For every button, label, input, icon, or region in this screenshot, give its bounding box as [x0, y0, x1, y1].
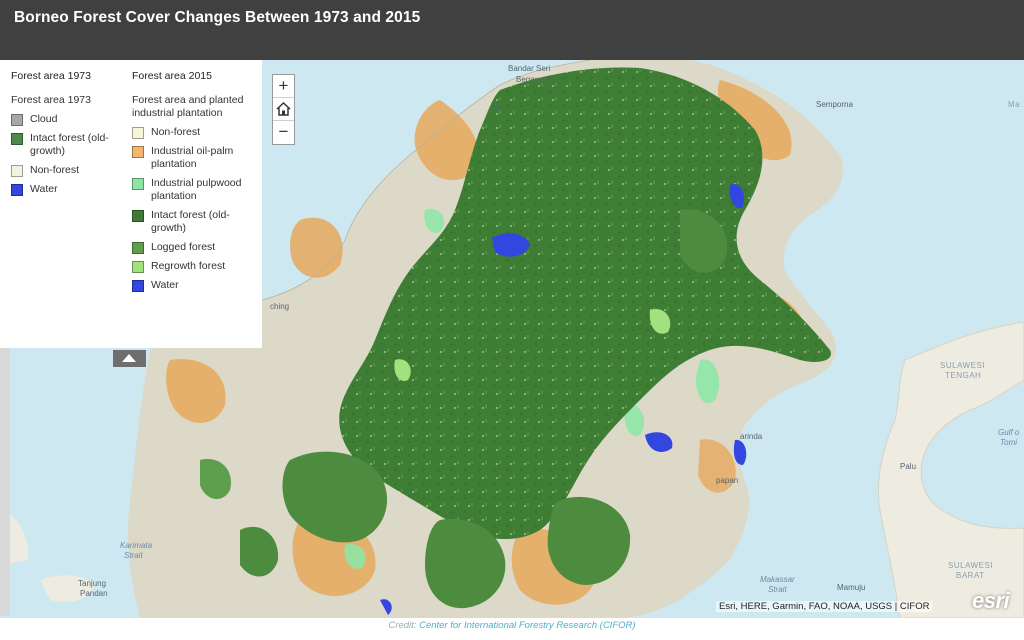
legend-item: Industrial pulpwood plantation: [132, 177, 257, 203]
legend-label: Cloud: [30, 113, 58, 125]
legend-label: Non-forest: [30, 164, 80, 176]
label-palu: Palu: [900, 462, 917, 471]
label-makassar-strait: Makassar: [760, 575, 795, 584]
swatch-cloud: [11, 114, 23, 126]
esri-logo: esri: [972, 588, 1010, 613]
label-makassar-strait-2: Strait: [768, 585, 787, 594]
legend-item: Cloud: [11, 113, 123, 126]
label-begawan: Begawan: [516, 75, 550, 84]
label-karimata-strait-2: Strait: [124, 551, 143, 560]
credit-prefix: Credit:: [388, 620, 417, 631]
legend-item: Non-forest: [11, 164, 123, 177]
label-mamuju: Mamuju: [837, 583, 866, 592]
credit-link[interactable]: Center for International Forestry Resear…: [419, 620, 635, 631]
legend-item: Non-forest: [132, 126, 257, 139]
legend-label: Intact forest (old-growth): [30, 132, 109, 157]
label-tanjung-pandan-2: Pandan: [80, 589, 108, 598]
home-icon: [276, 101, 291, 116]
label-gulf-tomini-2: Tomi: [1000, 438, 1018, 447]
legend-item: Regrowth forest: [132, 260, 257, 273]
legend-2015: Forest area 2015 Forest area and planted…: [132, 60, 257, 292]
label-balikpapan: papan: [716, 476, 739, 485]
legend-item: Water: [11, 183, 123, 196]
legend-label: Non-forest: [151, 126, 201, 138]
swatch-logged-forest: [132, 242, 144, 254]
map-attribution: Esri, HERE, Garmin, FAO, NOAA, USGS | CI…: [716, 601, 933, 612]
label-bandar-seri: Bandar Seri: [508, 64, 551, 73]
legend-label: Water: [30, 183, 58, 195]
legend-label: Intact forest (old-growth): [151, 209, 230, 234]
label-semporna: Semporna: [816, 100, 853, 109]
label-sulawesi-barat-2: BARAT: [956, 571, 985, 580]
label-kuching: ching: [270, 302, 290, 311]
legend-collapse-button[interactable]: [113, 350, 146, 367]
swatch-non-forest: [132, 127, 144, 139]
label-samarinda: arinda: [740, 432, 763, 441]
chevron-up-icon: [122, 354, 136, 362]
legend-item: Intact forest (old-growth): [11, 132, 123, 158]
legend-2015-heading: Forest area 2015: [132, 70, 212, 82]
legend-label: Water: [151, 279, 179, 291]
swatch-oil-palm: [132, 146, 144, 158]
zoom-out-button[interactable]: −: [273, 121, 294, 144]
legend-panel: Forest area 1973 Forest area 1973 Cloud …: [0, 60, 262, 348]
swatch-regrowth-forest: [132, 261, 144, 273]
label-manado: Ma: [1008, 100, 1021, 109]
legend-1973: Forest area 1973 Forest area 1973 Cloud …: [11, 60, 123, 196]
label-karimata-strait: Karimata: [120, 541, 153, 550]
label-sulawesi-tengah-2: TENGAH: [945, 371, 982, 380]
legend-1973-subtitle: Forest area 1973: [11, 94, 91, 106]
label-sulawesi-tengah: SULAWESI: [940, 361, 986, 370]
swatch-pulpwood: [132, 178, 144, 190]
page-title: Borneo Forest Cover Changes Between 1973…: [14, 9, 421, 26]
legend-2015-subtitle: Forest area and planted industrial plant…: [132, 94, 244, 119]
label-tanjung-pandan: Tanjung: [78, 579, 107, 588]
legend-label: Regrowth forest: [151, 260, 226, 272]
legend-label: Industrial oil-palm plantation: [151, 145, 234, 170]
home-button[interactable]: [273, 98, 294, 121]
legend-item: Industrial oil-palm plantation: [132, 145, 257, 171]
label-sulawesi-barat: SULAWESI: [948, 561, 994, 570]
swatch-water: [132, 280, 144, 292]
swatch-non-forest: [11, 165, 23, 177]
image-credit: Credit: Center for International Forestr…: [0, 620, 1024, 631]
swatch-intact-forest: [132, 210, 144, 222]
label-gulf-tomini: Gulf o: [998, 428, 1020, 437]
zoom-in-button[interactable]: +: [273, 75, 294, 98]
legend-item: Intact forest (old-growth): [132, 209, 257, 235]
legend-label: Logged forest: [151, 241, 216, 253]
swatch-water: [11, 184, 23, 196]
legend-item: Logged forest: [132, 241, 257, 254]
legend-label: Industrial pulpwood plantation: [151, 177, 242, 202]
label-miri: Mi: [494, 104, 503, 113]
legend-1973-heading: Forest area 1973: [11, 70, 91, 82]
legend-item: Water: [132, 279, 257, 292]
app-header: Borneo Forest Cover Changes Between 1973…: [0, 0, 1024, 60]
swatch-intact-forest: [11, 133, 23, 145]
scrollbar[interactable]: [0, 348, 10, 616]
zoom-control: + −: [272, 74, 295, 145]
